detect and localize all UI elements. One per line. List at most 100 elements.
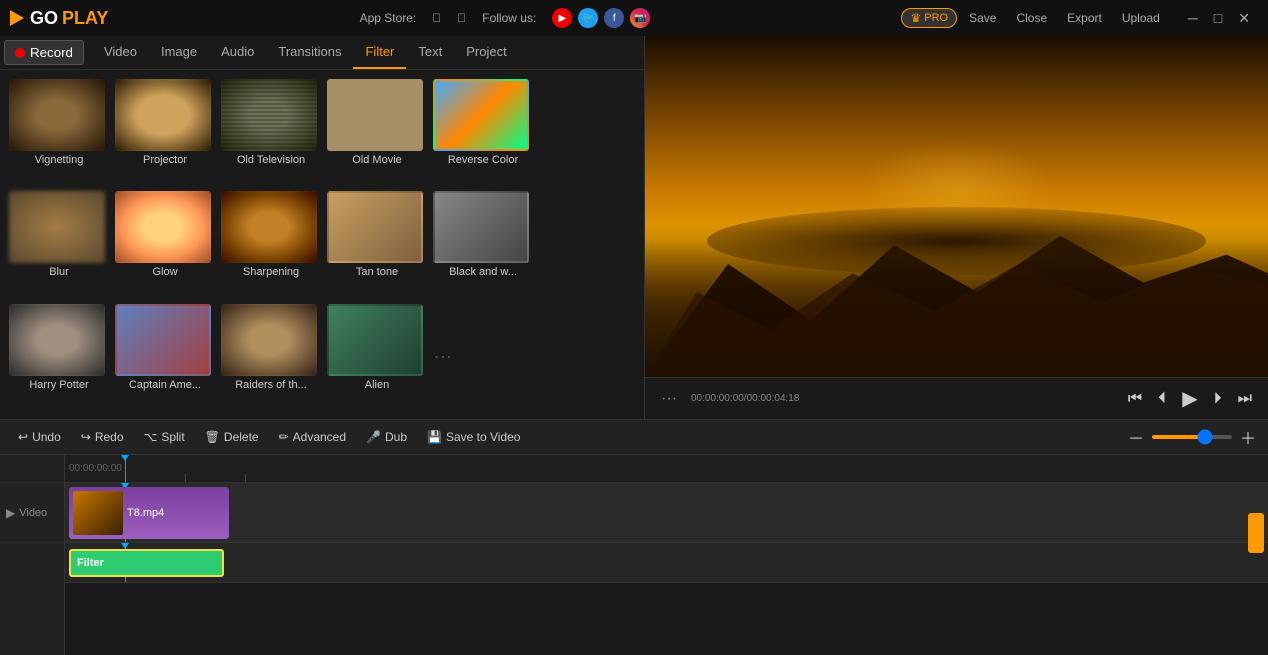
- ruler-tick-1: [125, 474, 126, 482]
- filter-old-movie[interactable]: Old Movie: [327, 79, 427, 185]
- filter-label-raiders: Raiders of th...: [221, 379, 321, 391]
- maximize-button[interactable]: □: [1206, 8, 1230, 29]
- tab-filter[interactable]: Filter: [353, 36, 406, 69]
- bottom-toolbar: ↩ Undo ↪ Redo ⌥ Split 🗑 Delete ✏ Advance…: [0, 419, 1268, 455]
- filter-blur[interactable]: Blur: [9, 191, 109, 297]
- logo-go: GO: [30, 8, 58, 29]
- scroll-hint: [1248, 483, 1268, 583]
- skip-to-end-button[interactable]: ⏭: [1232, 386, 1258, 412]
- filter-captain-america[interactable]: Captain Ame...: [115, 304, 215, 410]
- record-label: Record: [30, 45, 73, 60]
- delete-icon: 🗑: [205, 430, 220, 444]
- timeline-ruler: 00:00:00:00: [65, 455, 1268, 483]
- preview-panel: ··· 00:00:00:00/00:00:04:18 ⏮ ⏴ ▶ ⏵ ⏭: [645, 36, 1268, 419]
- tab-audio[interactable]: Audio: [209, 36, 266, 69]
- advanced-label: Advanced: [293, 430, 346, 444]
- facebook-icon[interactable]: f: [604, 8, 624, 28]
- filter-glow[interactable]: Glow: [115, 191, 215, 297]
- window-controls: ─ □ ✕: [1180, 8, 1258, 29]
- more-options-icon[interactable]: ···: [655, 388, 683, 410]
- filter-track-label: [0, 543, 64, 583]
- app-logo: GO PLAY: [10, 8, 108, 29]
- apple-icon[interactable]: : [457, 11, 466, 25]
- android-icon[interactable]: : [432, 11, 441, 25]
- video-preview: [645, 36, 1268, 377]
- step-forward-button[interactable]: ⏵: [1208, 386, 1228, 412]
- undo-label: Undo: [32, 430, 61, 444]
- filter-thumb-reverse: [433, 79, 529, 151]
- filter-label-sharpening: Sharpening: [221, 266, 321, 278]
- tab-project[interactable]: Project: [454, 36, 518, 69]
- filter-thumb-hp: [9, 304, 105, 376]
- filter-clip-label: Filter: [77, 557, 104, 569]
- filter-label-glow: Glow: [115, 266, 215, 278]
- delete-button[interactable]: 🗑 Delete: [197, 426, 267, 448]
- ruler-time-0: 00:00:00:00: [69, 463, 122, 474]
- zoom-controls: － ＋: [1126, 423, 1258, 451]
- time-display: 00:00:00:00/00:00:04:18: [691, 393, 799, 404]
- scroll-bar[interactable]: [1248, 513, 1264, 553]
- redo-button[interactable]: ↪ Redo: [73, 426, 132, 448]
- skip-to-start-button[interactable]: ⏮: [1122, 386, 1148, 412]
- video-track: T8.mp4: [65, 483, 1268, 543]
- filter-old-television[interactable]: Old Television: [221, 79, 321, 185]
- zoom-slider[interactable]: [1152, 435, 1232, 439]
- filter-track: Filter: [65, 543, 1268, 583]
- undo-button[interactable]: ↩ Undo: [10, 426, 69, 448]
- filter-clip[interactable]: Filter: [69, 549, 224, 577]
- tab-video[interactable]: Video: [92, 36, 149, 69]
- twitter-icon[interactable]: 🐦: [578, 8, 598, 28]
- save-to-video-button[interactable]: 💾 Save to Video: [419, 426, 528, 448]
- filter-thumb-vignetting: [9, 79, 105, 151]
- social-icons: ▶ 🐦 f 📷: [552, 8, 650, 28]
- dub-label: Dub: [385, 430, 407, 444]
- save-button[interactable]: Save: [961, 7, 1004, 29]
- ruler-tick-2: [185, 474, 186, 482]
- minimize-button[interactable]: ─: [1180, 8, 1206, 29]
- tab-text[interactable]: Text: [406, 36, 454, 69]
- video-clip[interactable]: T8.mp4: [69, 487, 229, 539]
- tab-image[interactable]: Image: [149, 36, 209, 69]
- advanced-icon: ✏: [279, 430, 289, 444]
- filter-reverse-color[interactable]: Reverse Color: [433, 79, 533, 185]
- zoom-out-button[interactable]: －: [1126, 423, 1146, 451]
- close-button[interactable]: Close: [1008, 7, 1055, 29]
- export-button[interactable]: Export: [1059, 7, 1110, 29]
- zoom-in-button[interactable]: ＋: [1238, 423, 1258, 451]
- player-controls: ⏮ ⏴ ▶ ⏵ ⏭: [1122, 382, 1258, 415]
- filter-alien[interactable]: Alien: [327, 304, 427, 410]
- step-back-button[interactable]: ⏴: [1152, 386, 1172, 412]
- video-clip-thumbnail: [73, 491, 123, 535]
- tab-transitions[interactable]: Transitions: [266, 36, 353, 69]
- video-clip-label: T8.mp4: [127, 507, 164, 519]
- ruler-label: [0, 455, 64, 483]
- filter-tan-tone[interactable]: Tan tone: [327, 191, 427, 297]
- preview-scene: [645, 36, 1268, 377]
- filter-label-vignetting: Vignetting: [9, 154, 109, 166]
- dub-button[interactable]: 🎤 Dub: [358, 426, 415, 448]
- filter-thumb-ca: [115, 304, 211, 376]
- filter-label-ca: Captain Ame...: [115, 379, 215, 391]
- advanced-button[interactable]: ✏ Advanced: [271, 426, 354, 448]
- youtube-icon[interactable]: ▶: [552, 8, 572, 28]
- timeline-content[interactable]: 00:00:00:00 T8.mp4: [65, 455, 1268, 655]
- play-pause-button[interactable]: ▶: [1176, 382, 1203, 415]
- filter-thumb-glow: [115, 191, 211, 263]
- split-button[interactable]: ⌥ Split: [136, 426, 193, 448]
- dub-icon: 🎤: [366, 430, 381, 444]
- split-label: Split: [161, 430, 184, 444]
- filter-projector[interactable]: Projector: [115, 79, 215, 185]
- instagram-icon[interactable]: 📷: [630, 8, 650, 28]
- upload-button[interactable]: Upload: [1114, 7, 1168, 29]
- record-button[interactable]: Record: [4, 40, 84, 65]
- filter-thumb-old-movie: [327, 79, 423, 151]
- filter-vignetting[interactable]: Vignetting: [9, 79, 109, 185]
- filter-raiders[interactable]: Raiders of th...: [221, 304, 321, 410]
- video-track-text: Video: [19, 507, 47, 519]
- filter-label-old-movie: Old Movie: [327, 154, 427, 166]
- redo-icon: ↪: [81, 430, 91, 444]
- window-close-button[interactable]: ✕: [1230, 8, 1258, 29]
- filter-harry-potter[interactable]: Harry Potter: [9, 304, 109, 410]
- filter-black-white[interactable]: Black and w...: [433, 191, 533, 297]
- filter-sharpening[interactable]: Sharpening: [221, 191, 321, 297]
